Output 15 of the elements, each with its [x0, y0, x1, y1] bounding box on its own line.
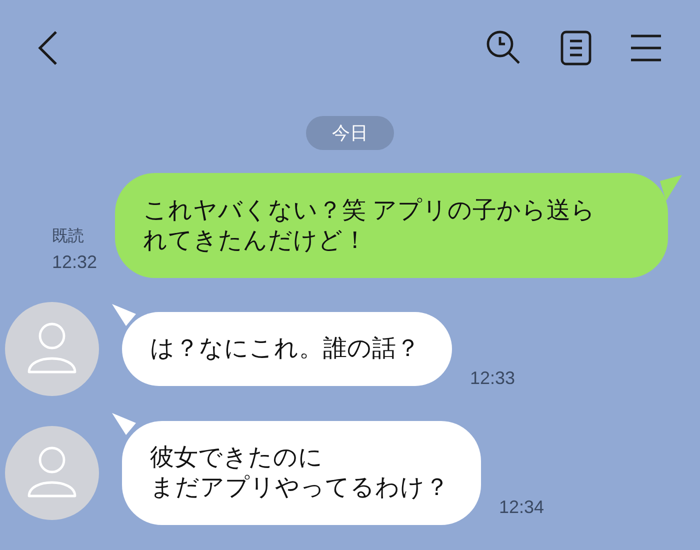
notes-icon[interactable] [560, 30, 592, 66]
message-bubble: 彼女できたのに まだアプリやってるわけ？ [122, 421, 481, 525]
message-time: 12:33 [470, 367, 516, 390]
message-bubble: これヤバくない？笑 アプリの子から送ら れてきたんだけど！ [115, 173, 668, 278]
bubble-tail [112, 304, 136, 328]
message-bubble: は？なにこれ。誰の話？ [122, 312, 452, 386]
bubble-tail [660, 175, 682, 201]
back-icon[interactable] [36, 30, 60, 66]
bubble-tail [112, 413, 136, 437]
read-receipt: 既読 [52, 226, 85, 247]
menu-icon[interactable] [630, 32, 662, 62]
date-label: 今日 [306, 116, 394, 150]
message-time: 12:34 [499, 496, 544, 519]
search-icon[interactable] [486, 30, 522, 66]
message-time: 12:32 [52, 251, 98, 274]
